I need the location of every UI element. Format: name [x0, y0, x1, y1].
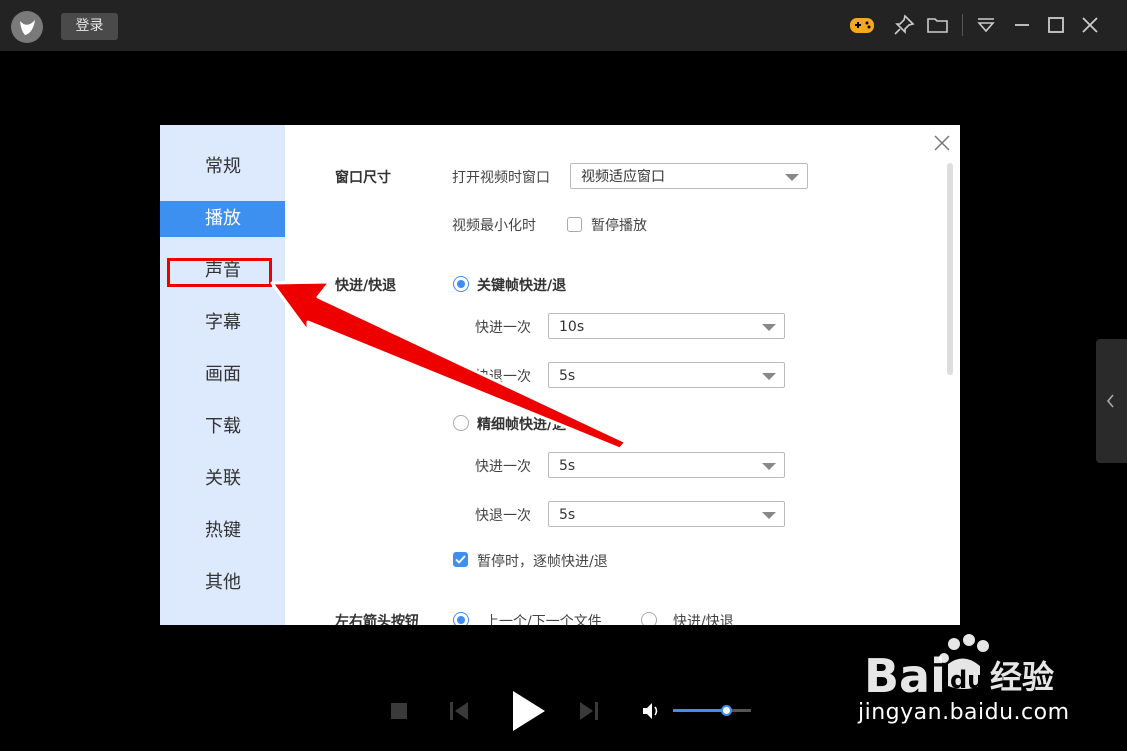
annotation-highlight-box [167, 258, 272, 287]
svg-text:Bai: Bai [864, 649, 946, 703]
nav-other[interactable]: 其他 [160, 565, 285, 601]
arrow-keys-seek-radio[interactable] [641, 612, 657, 625]
fine-frame-radio[interactable] [453, 415, 469, 431]
volume-slider[interactable] [673, 705, 751, 716]
forward-step-select[interactable]: 10s [548, 313, 785, 339]
frame-step-label: 暂停时，逐帧快进/退 [477, 554, 608, 570]
previous-icon[interactable] [448, 700, 470, 726]
stop-icon[interactable] [390, 702, 408, 724]
login-button[interactable]: 登录 [61, 13, 118, 40]
game-icon[interactable] [849, 12, 875, 38]
back-step-select[interactable]: 5s [548, 362, 785, 388]
chevron-down-icon [762, 373, 776, 380]
chevron-down-icon [762, 463, 776, 470]
section-window-size: 窗口尺寸 [335, 170, 391, 186]
pause-label: 暂停播放 [591, 218, 647, 234]
fine-forward-select[interactable]: 5s [548, 452, 785, 478]
back-step-value: 5s [559, 368, 576, 384]
nav-download[interactable]: 下载 [160, 409, 285, 445]
pin-icon[interactable] [891, 12, 917, 38]
nav-picture[interactable]: 画面 [160, 357, 285, 393]
section-arrow-keys: 左右箭头按钮 [335, 614, 419, 625]
nav-hotkeys[interactable]: 热键 [160, 513, 285, 549]
menu-dropdown-icon[interactable] [973, 12, 999, 38]
open-window-value: 视频适应窗口 [581, 169, 665, 185]
fine-back-value: 5s [559, 507, 576, 523]
fine-forward-label: 快进一次 [475, 459, 531, 475]
keyframe-label: 关键帧快进/退 [477, 278, 567, 294]
fine-back-select[interactable]: 5s [548, 501, 785, 527]
section-seek: 快进/快退 [335, 278, 397, 294]
app-logo-icon[interactable] [11, 11, 43, 43]
chevron-left-icon [1106, 394, 1114, 408]
minimize-icon[interactable] [1009, 12, 1035, 38]
toolbar-divider [962, 14, 963, 36]
nav-association[interactable]: 关联 [160, 461, 285, 497]
minimize-label: 视频最小化时 [452, 218, 536, 234]
close-window-icon[interactable] [1077, 12, 1103, 38]
nav-subtitle[interactable]: 字幕 [160, 305, 285, 341]
fine-back-label: 快退一次 [475, 508, 531, 524]
svg-text:du: du [950, 666, 984, 694]
keyframe-radio[interactable] [453, 276, 469, 292]
playlist-toggle-tab[interactable] [1096, 339, 1127, 463]
frame-step-checkbox[interactable] [453, 552, 468, 567]
pause-on-minimize-checkbox[interactable] [567, 217, 582, 232]
volume-icon[interactable] [641, 700, 663, 726]
next-icon[interactable] [578, 700, 600, 726]
volume-knob[interactable] [721, 705, 733, 716]
play-icon[interactable] [508, 689, 548, 737]
svg-text:经验: 经验 [990, 658, 1054, 696]
title-bar: 登录 [0, 0, 1127, 51]
watermark-url: jingyan.baidu.com [858, 700, 1070, 725]
settings-dialog: 常规 播放 声音 字幕 画面 下载 关联 热键 其他 窗口尺寸 打开视频时窗口 … [160, 125, 960, 625]
chevron-down-icon [762, 512, 776, 519]
dialog-close-icon[interactable] [932, 133, 952, 153]
open-window-select[interactable]: 视频适应窗口 [570, 163, 808, 189]
fine-forward-value: 5s [559, 458, 576, 474]
maximize-icon[interactable] [1043, 12, 1069, 38]
checkmark-icon [455, 555, 466, 564]
nav-general[interactable]: 常规 [160, 149, 285, 185]
arrow-keys-file-radio[interactable] [453, 612, 469, 625]
settings-sidebar: 常规 播放 声音 字幕 画面 下载 关联 热键 其他 [160, 125, 285, 625]
baidu-watermark-logo: Bai du 经验 [864, 634, 1054, 703]
forward-step-value: 10s [559, 319, 585, 335]
folder-icon[interactable] [925, 12, 951, 38]
fine-frame-label: 精细帧快进/退 [477, 417, 567, 433]
chevron-down-icon [762, 324, 776, 331]
nav-playback[interactable]: 播放 [160, 201, 285, 237]
back-label: 快退一次 [475, 369, 531, 385]
open-window-label: 打开视频时窗口 [452, 170, 550, 186]
arrow-keys-seek-label: 快进/快退 [673, 614, 734, 625]
arrow-keys-file-label: 上一个/下一个文件 [485, 614, 602, 625]
settings-scrollbar[interactable] [947, 163, 953, 375]
chevron-down-icon [785, 174, 799, 181]
forward-label: 快进一次 [475, 320, 531, 336]
volume-fill [673, 709, 727, 712]
